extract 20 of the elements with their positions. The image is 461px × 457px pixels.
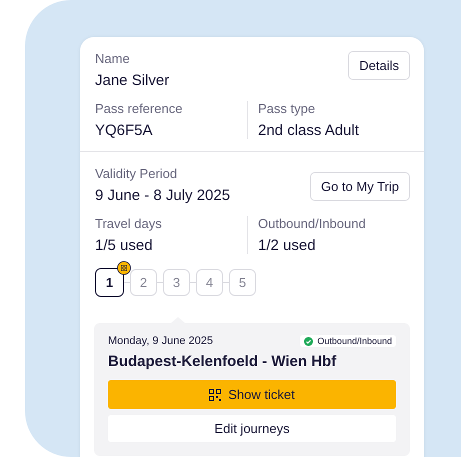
edit-journeys-button[interactable]: Edit journeys <box>108 415 396 442</box>
my-trip-button[interactable]: Go to My Trip <box>310 172 410 201</box>
travel-days-value: 1/5 used <box>95 237 154 254</box>
validity-label: Validity Period <box>95 166 178 181</box>
outbound-inbound-value: 1/2 used <box>258 237 317 254</box>
details-button[interactable]: Details <box>348 51 410 80</box>
pass-type-value: 2nd class Adult <box>258 122 360 139</box>
journey-date: Monday, 9 June 2025 <box>108 335 213 347</box>
pass-reference-label: Pass reference <box>95 101 184 116</box>
name-value: Jane Silver <box>95 72 170 89</box>
pass-reference-value: YQ6F5A <box>95 122 154 139</box>
validity-value: 9 June - 8 July 2025 <box>95 187 230 204</box>
pass-type-label: Pass type <box>258 101 316 116</box>
show-ticket-button[interactable]: Show ticket <box>108 380 396 409</box>
journey-route: Budapest-Kelenfoeld - Wien Hbf <box>108 353 338 370</box>
travel-days-label: Travel days <box>95 216 163 231</box>
qr-code-icon <box>209 388 222 400</box>
name-label: Name <box>95 51 131 66</box>
status-text: Outbound/Inbound <box>317 336 392 346</box>
outbound-inbound-label: Outbound/Inbound <box>258 216 367 231</box>
